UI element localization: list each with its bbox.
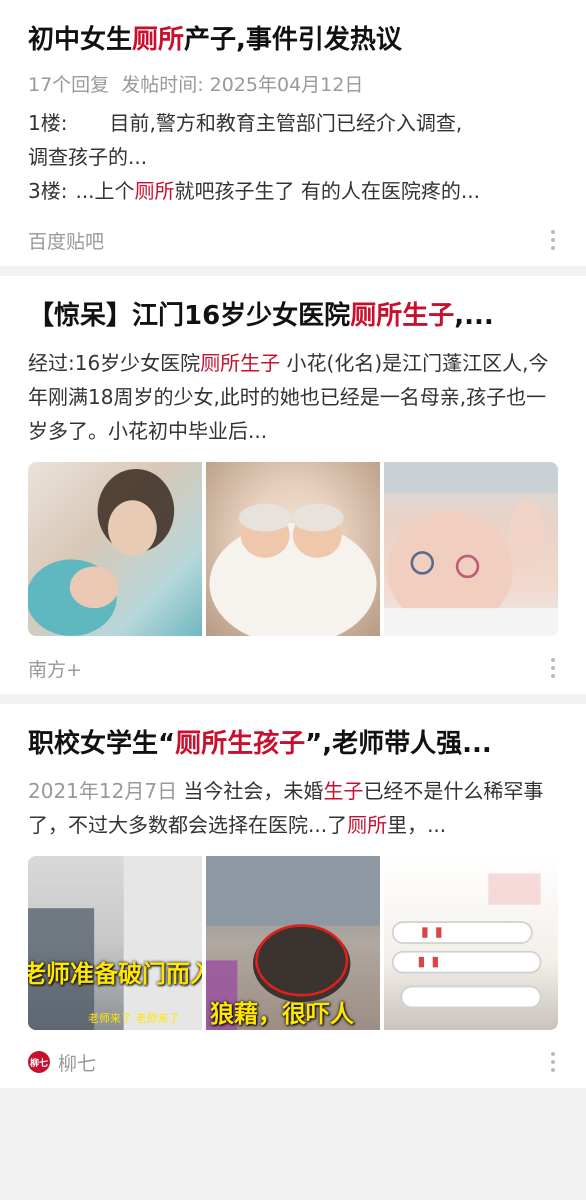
title-highlight: 厕所生子 [350,301,455,331]
thumbnail-image[interactable] [384,462,558,636]
floor-3-line: 3楼: ...上个厕所就吧孩子生了 有的人在医院疼的... [28,174,558,208]
title-highlight: 厕所生孩子 [175,729,306,759]
result-snippet: 经过:16岁少女医院厕所生子 小花(化名)是江门蓬江区人,今年刚满18周岁的少女… [28,346,558,448]
snippet-highlight: 厕所生子 [200,351,281,375]
floor-text: 目前,警方和教育主管部门已经介入调查, [109,111,463,135]
thumbnail-row [28,462,558,636]
snippet-text: 经过:16岁少女医院 [28,351,201,375]
snippet-highlight: 生子 [323,779,364,803]
floor-text: 就吧孩子生了 有的人在医院疼的... [174,179,480,203]
thumbnail-row: 老师准备破门而入 老师来了 老师来了 狼藉，很吓人 [28,856,558,1030]
post-meta: 17个回复 发帖时间: 2025年04月12日 [28,72,558,98]
result-card-1[interactable]: 初中女生厕所产子,事件引发热议 17个回复 发帖时间: 2025年04月12日 1… [0,0,586,266]
result-title[interactable]: 初中女生厕所产子,事件引发热议 [28,22,558,58]
snippet-highlight: 厕所 [347,813,388,837]
thumbnail-caption: 老师准备破门而入 [28,960,202,988]
source-name: 南方+ [28,658,82,681]
floor-label: 1楼: [28,111,68,135]
result-snippet: 2021年12月7日 当今社会，未婚生子已经不是什么稀罕事了，不过大多数都会选择… [28,774,558,842]
thumbnail-subcaption: 老师来了 老师来了 [88,1012,180,1025]
result-footer: 柳七 柳七 [28,1036,558,1088]
thumbnail-image[interactable] [28,462,202,636]
result-title[interactable]: 职校女学生“厕所生孩子”,老师带人强... [28,726,558,762]
title-text: ”,老师带人强... [305,729,492,759]
result-card-3[interactable]: 职校女学生“厕所生孩子”,老师带人强... 2021年12月7日 当今社会，未婚… [0,704,586,1088]
result-card-2[interactable]: 【惊呆】江门16岁少女医院厕所生子,... 经过:16岁少女医院厕所生子 小花(… [0,276,586,694]
title-text: 职校女学生“ [28,729,176,759]
thumbnail-image[interactable]: 狼藉，很吓人 [206,856,380,1030]
floor-1-continued: 调查孩子的... [28,145,148,169]
more-options-icon[interactable] [548,1052,558,1072]
more-options-icon[interactable] [548,230,558,250]
more-options-icon[interactable] [548,658,558,678]
thumbnail-image[interactable] [206,462,380,636]
thumbnail-image[interactable] [384,856,558,1030]
title-text: 产子,事件引发热议 [184,25,402,55]
post-date: 2021年12月7日 [28,779,178,803]
title-text: ,... [454,301,494,331]
result-footer: 南方+ [28,642,558,694]
result-footer: 百度贴吧 [28,214,558,266]
title-text: 【惊呆】江门16岁少女医院 [28,301,351,331]
floor-highlight: 厕所 [134,179,175,203]
source-logo-icon: 柳七 [28,1051,50,1073]
title-highlight: 厕所 [132,25,185,55]
floor-text: ...上个 [75,179,135,203]
snippet-text: 里，... [387,813,447,837]
post-time: 发帖时间: 2025年04月12日 [121,74,364,96]
result-snippet: 1楼: 目前,警方和教育主管部门已经介入调查, 调查孩子的... 3楼: ...上个… [28,106,558,208]
floor-label: 3楼: [28,179,68,203]
source-name: 百度贴吧 [28,230,105,253]
floor-1-line: 1楼: 目前,警方和教育主管部门已经介入调查, [28,106,558,140]
snippet-text: 当今社会，未婚 [177,779,324,803]
result-title[interactable]: 【惊呆】江门16岁少女医院厕所生子,... [28,298,558,334]
title-text: 初中女生 [28,25,133,55]
source-name: 柳七 [58,1052,97,1075]
thumbnail-caption: 狼藉，很吓人 [210,1000,354,1028]
thumbnail-image[interactable]: 老师准备破门而入 老师来了 老师来了 [28,856,202,1030]
source: 柳七 柳七 [28,1049,96,1076]
reply-count: 17个回复 [28,74,110,96]
